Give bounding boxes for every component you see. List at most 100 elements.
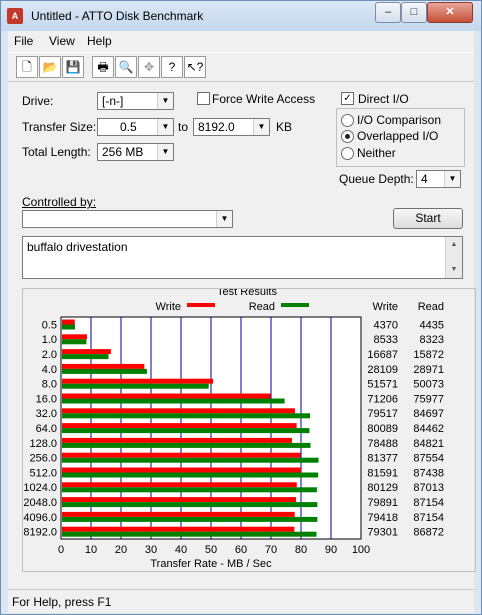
bar-read: [62, 354, 109, 360]
y-tick-label: 0.5: [42, 319, 57, 331]
description-text: buffalo drivestation: [27, 240, 128, 254]
write-value: 80089: [367, 423, 398, 435]
y-tick-label: 8192.0: [23, 527, 57, 539]
read-value: 87013: [413, 482, 444, 494]
x-tick-label: 40: [175, 544, 187, 556]
y-tick-label: 4.0: [42, 364, 57, 376]
x-tick-label: 80: [295, 544, 307, 556]
toolbar: 🗋 📂 💾 🖶 🔍 ✥ ? ↖?: [8, 52, 474, 82]
read-value: 84462: [413, 423, 444, 435]
bar-read: [62, 368, 147, 374]
drive-select[interactable]: [-n-] ▼: [97, 92, 174, 110]
chevron-down-icon[interactable]: ▼: [157, 119, 173, 135]
context-help-icon[interactable]: ↖?: [184, 56, 206, 78]
write-value: 71206: [367, 393, 398, 405]
bar-read: [62, 472, 319, 478]
transfer-to-select[interactable]: 8192.0 ▼: [193, 118, 270, 136]
move-icon[interactable]: ✥: [138, 56, 160, 78]
force-write-checkbox[interactable]: [197, 92, 210, 105]
menu-file[interactable]: File: [14, 34, 33, 48]
start-button[interactable]: Start: [393, 208, 463, 229]
new-icon[interactable]: 🗋: [16, 56, 38, 78]
x-tick-label: 70: [265, 544, 277, 556]
x-tick-label: 20: [115, 544, 127, 556]
bar-write: [62, 482, 297, 488]
write-value: 79891: [367, 497, 398, 509]
bar-read: [62, 502, 318, 508]
chevron-down-icon[interactable]: ▼: [253, 119, 269, 135]
y-tick-label: 2048.0: [23, 497, 57, 509]
test-results-group: Test Results Write Read Write Read 0 10 20 30 40 5…: [22, 286, 476, 572]
legend-write-label: Write: [156, 301, 181, 313]
x-tick-label: 0: [58, 544, 64, 556]
read-value: 87438: [413, 467, 444, 479]
chevron-down-icon[interactable]: ▼: [216, 211, 232, 227]
y-tick-label: 1.0: [42, 334, 57, 346]
total-length-label: Total Length:: [22, 145, 91, 159]
bar-write: [62, 378, 214, 384]
write-value: 16687: [367, 349, 398, 361]
atto-app-icon[interactable]: A: [7, 8, 23, 24]
chevron-down-icon[interactable]: ▼: [444, 171, 460, 187]
scroll-down-icon[interactable]: ▼: [446, 262, 462, 278]
write-value: 79301: [367, 527, 398, 539]
controlled-by-label: Controlled by:: [22, 195, 97, 209]
results-title: Test Results: [217, 289, 277, 298]
maximize-button[interactable]: □: [401, 2, 427, 23]
bar-read: [62, 516, 318, 522]
chevron-down-icon[interactable]: ▼: [157, 144, 173, 160]
neither-radio[interactable]: [341, 147, 354, 160]
read-value: 28971: [413, 364, 444, 376]
bar-write: [62, 349, 111, 355]
menu-view[interactable]: View: [49, 34, 75, 48]
force-write-label: Force Write Access: [212, 92, 316, 106]
menu-help[interactable]: Help: [87, 34, 112, 48]
x-tick-label: 30: [145, 544, 157, 556]
bar-read: [62, 457, 319, 463]
description-textarea[interactable]: buffalo drivestation ▲ ▼: [22, 236, 463, 279]
save-icon[interactable]: 💾: [62, 56, 84, 78]
write-value: 81377: [367, 453, 398, 465]
drive-label: Drive:: [22, 94, 54, 108]
direct-io-checkbox[interactable]: ✓: [341, 92, 354, 105]
y-tick-label: 256.0: [29, 453, 57, 465]
open-icon[interactable]: 📂: [39, 56, 61, 78]
transfer-from-select[interactable]: 0.5 ▼: [97, 118, 174, 136]
total-length-select[interactable]: 256 MB ▼: [97, 143, 174, 161]
read-value: 86872: [413, 527, 444, 539]
write-value: 80129: [367, 482, 398, 494]
bar-read: [62, 398, 285, 404]
chevron-down-icon[interactable]: ▼: [157, 93, 173, 109]
write-value: 78488: [367, 438, 398, 450]
y-tick-label: 128.0: [29, 438, 57, 450]
print-preview-icon[interactable]: 🔍: [115, 56, 137, 78]
menu-bar: File View Help: [8, 31, 474, 51]
scroll-up-icon[interactable]: ▲: [446, 237, 462, 253]
y-tick-label: 32.0: [36, 408, 57, 420]
to-label: to: [178, 120, 189, 134]
io-comparison-radio[interactable]: [341, 114, 354, 127]
transfer-from-value: 0.5: [120, 120, 137, 134]
queue-depth-select[interactable]: 4 ▼: [416, 170, 461, 188]
y-tick-label: 1024.0: [23, 482, 57, 494]
write-value: 79418: [367, 512, 398, 524]
controlled-by-select[interactable]: ▼: [22, 210, 233, 228]
overlapped-io-radio[interactable]: [341, 130, 354, 143]
title-bar[interactable]: A Untitled - ATTO Disk Benchmark – □ ✕: [1, 1, 481, 31]
write-value: 4370: [374, 319, 398, 331]
bar-write: [62, 319, 75, 325]
print-icon[interactable]: 🖶: [92, 56, 114, 78]
io-comparison-label: I/O Comparison: [357, 113, 442, 127]
bar-write: [62, 423, 297, 429]
x-axis-label: Transfer Rate - MB / Sec: [150, 558, 272, 570]
close-button[interactable]: ✕: [427, 2, 473, 23]
bar-write: [62, 467, 302, 473]
read-value: 84697: [413, 408, 444, 420]
total-length-value: 256 MB: [102, 145, 144, 159]
y-tick-label: 16.0: [36, 393, 57, 405]
description-scrollbar[interactable]: ▲ ▼: [445, 237, 462, 278]
bar-write: [62, 408, 295, 414]
help-icon[interactable]: ?: [161, 56, 183, 78]
app-window: A Untitled - ATTO Disk Benchmark – □ ✕ F…: [0, 0, 482, 615]
minimize-button[interactable]: –: [375, 2, 401, 23]
